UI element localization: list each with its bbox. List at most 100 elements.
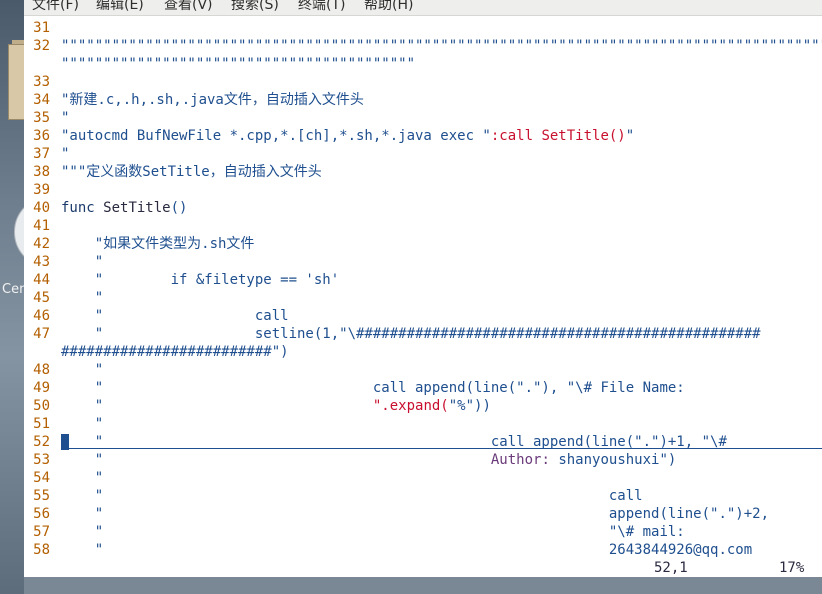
code-segment: " (61, 470, 104, 486)
code-segment: " (61, 146, 70, 162)
line-number: 37 (33, 146, 50, 162)
code-segment: " (61, 110, 70, 126)
line-number: 38 (33, 164, 50, 180)
editor-line: 41 (24, 217, 822, 235)
line-text: " (61, 289, 103, 307)
editor-line: 43 " (24, 253, 822, 271)
line-text: " call append(line(".")+1, "\# (61, 433, 727, 451)
editor-line: 54 " (24, 469, 822, 487)
line-text: """"""""""""""""""""""""""""""""""""""""… (61, 37, 822, 55)
editor-line: 37 " (24, 145, 822, 163)
line-number: 42 (33, 236, 50, 252)
code-segment: " call (61, 308, 289, 324)
editor-line: 48 " (24, 361, 822, 379)
line-number: 46 (33, 308, 50, 324)
line-text: #########################") (61, 343, 289, 361)
editor-line: 52 " call append(line(".")+1, "\# (24, 433, 822, 451)
editor-line: 42 "如果文件类型为.sh文件 (24, 235, 822, 253)
line-number: 36 (33, 128, 50, 144)
editor-line: 39 (24, 181, 822, 199)
code-segment: """"""""""""""""""""""""""""""""""""""""… (61, 38, 822, 54)
line-number: 48 (33, 362, 50, 378)
scroll-percent: 17% (779, 560, 805, 576)
code-segment: shanyoushuxi") (549, 452, 677, 468)
code-segment: " setline(1,"\##########################… (61, 326, 761, 342)
code-segment: "新建.c,.h,.sh,.java文件，自动插入文件头 (61, 92, 364, 108)
menu-view[interactable]: 查看(V) (164, 0, 213, 14)
line-number: 55 (33, 488, 50, 504)
line-number: 58 (33, 542, 50, 558)
editor-line: 44 " if &filetype == 'sh' (24, 271, 822, 289)
line-text: " (61, 253, 103, 271)
editor-line: """"""""""""""""""""""""""""""""""""""""… (24, 55, 822, 73)
desktop-background: Cen (0, 0, 56, 594)
editor-line: 50 " ".expand("%")) (24, 397, 822, 415)
line-number: 32 (33, 38, 50, 54)
line-number: 43 (33, 254, 50, 270)
vim-status-line: 52,1 17% (24, 559, 822, 577)
editor-line: 47 " setline(1,"\#######################… (24, 325, 822, 343)
menu-edit[interactable]: 编辑(E) (96, 0, 144, 14)
line-number: 57 (33, 524, 50, 540)
code-segment: " (61, 416, 104, 432)
folder-icon[interactable] (8, 44, 25, 120)
editor-line: 38 """定义函数SetTitle，自动插入文件头 (24, 163, 822, 181)
code-segment: """定义函数SetTitle，自动插入文件头 (61, 164, 322, 180)
editor-line: 45 " (24, 289, 822, 307)
editor-line: 55 " call (24, 487, 822, 505)
line-text: " "\# mail: (61, 523, 685, 541)
editor-line: 34 "新建.c,.h,.sh,.java文件，自动插入文件头 (24, 91, 822, 109)
editor-line: 35 " (24, 109, 822, 127)
terminal-editor-area[interactable]: 31 32 """"""""""""""""""""""""""""""""""""… (24, 16, 822, 577)
line-text: " call (61, 487, 643, 505)
code-segment: " "\# mail: (61, 524, 685, 540)
line-text: " call append(line("."), "\# File Name: (61, 379, 685, 397)
line-number: 51 (33, 416, 50, 432)
line-text: " Author: shanyoushuxi") (61, 451, 677, 469)
editor-line: #########################") (24, 343, 822, 361)
code-segment: """"""""""""""""""""""""""""""""""""""""… (61, 56, 416, 72)
line-number: 52 (33, 434, 50, 450)
line-text: "autocmd BufNewFile *.cpp,*.[ch],*.sh,*.… (61, 127, 634, 145)
line-text: """"""""""""""""""""""""""""""""""""""""… (61, 55, 415, 73)
line-number: 35 (33, 110, 50, 126)
line-text: " (61, 361, 103, 379)
line-text: "新建.c,.h,.sh,.java文件，自动插入文件头 (61, 91, 364, 109)
line-text: " (61, 469, 103, 487)
editor-line: 57 " "\# mail: (24, 523, 822, 541)
line-text: " append(line(".")+2, (61, 505, 769, 523)
menu-search[interactable]: 搜索(S) (231, 0, 279, 14)
line-number: 41 (33, 218, 50, 234)
line-text: " 2643844926@qq.com (61, 541, 752, 559)
code-segment: #########################") (61, 344, 289, 360)
line-number: 47 (33, 326, 50, 342)
editor-line: 32 """"""""""""""""""""""""""""""""""""""… (24, 37, 822, 55)
cursor-position: 52,1 (654, 560, 688, 576)
code-segment: " call append(line(".")+1, "\# (61, 434, 727, 450)
code-segment: "如果文件类型为.sh文件 (61, 236, 255, 252)
code-segment: " (61, 452, 491, 468)
line-number: 53 (33, 452, 50, 468)
desktop-bottom-strip (24, 577, 822, 594)
editor-line: 40 func SetTitle() (24, 199, 822, 217)
code-segment: " (625, 128, 635, 144)
menu-file[interactable]: 文件(F) (32, 0, 79, 14)
editor-line: 56 " append(line(".")+2, (24, 505, 822, 523)
code-segment: SetTitle (103, 200, 171, 216)
code-segment: () (170, 200, 188, 216)
line-number: 31 (33, 20, 50, 36)
code-segment: func (61, 200, 104, 216)
menu-terminal[interactable]: 终端(T) (298, 0, 345, 14)
code-segment: " (61, 290, 104, 306)
editor-line: 36 "autocmd BufNewFile *.cpp,*.[ch],*.sh,… (24, 127, 822, 145)
line-number: 49 (33, 380, 50, 396)
code-segment: " (61, 398, 373, 414)
line-text: " (61, 145, 69, 163)
menu-help[interactable]: 帮助(H) (364, 0, 413, 14)
editor-line: 51 " (24, 415, 822, 433)
code-segment: "%")) (448, 398, 491, 414)
code-segment: " (61, 254, 104, 270)
line-number: 54 (33, 470, 50, 486)
line-text: " call (61, 307, 289, 325)
line-text: " (61, 109, 69, 127)
